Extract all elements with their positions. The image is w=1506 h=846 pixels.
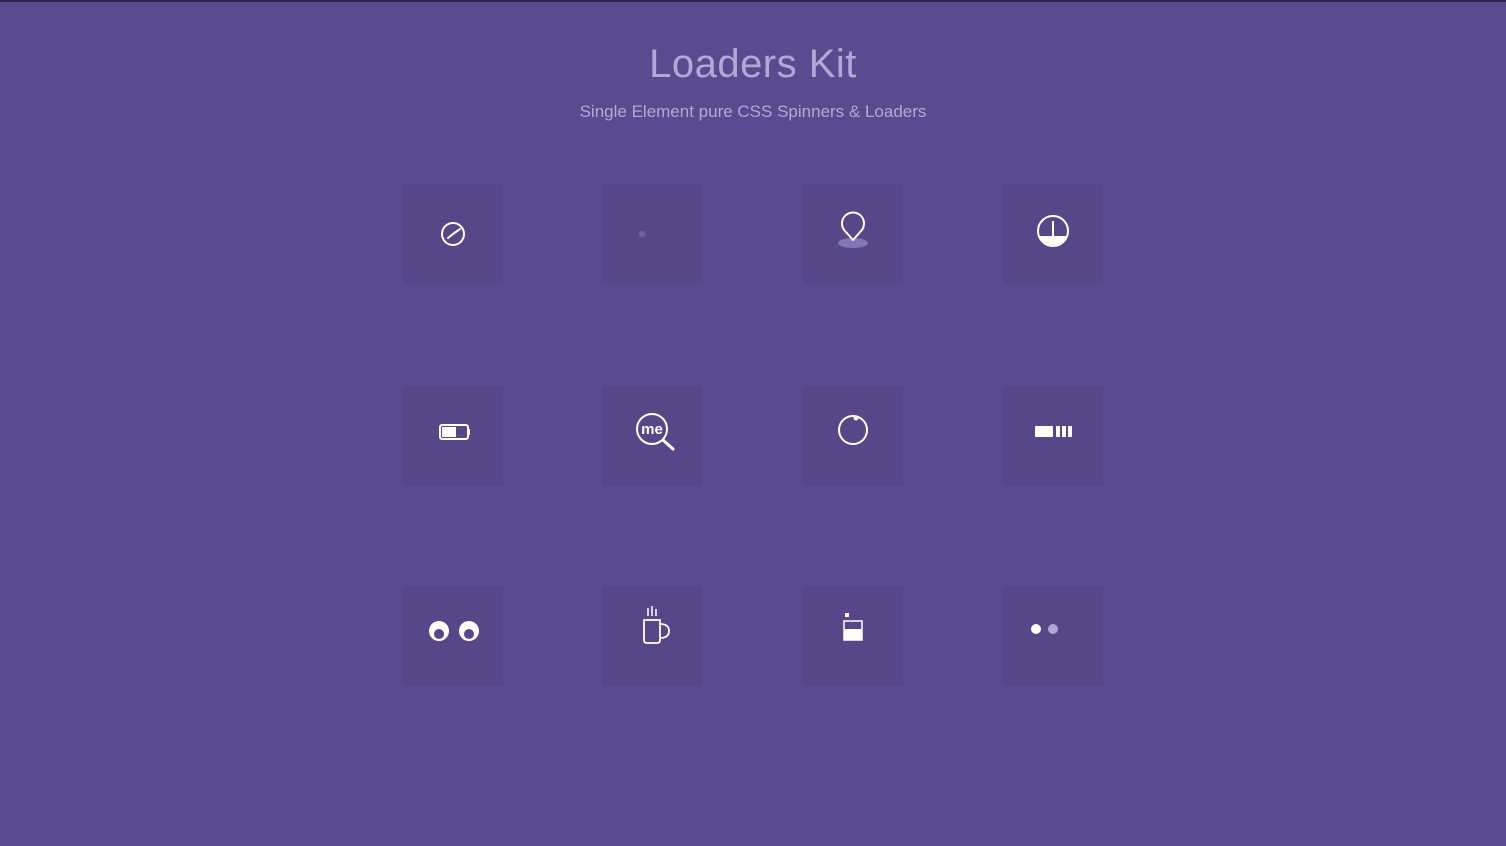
page-subtitle: Single Element pure CSS Spinners & Loade… bbox=[579, 102, 927, 121]
loader-tile-glass[interactable] bbox=[803, 586, 903, 686]
glass-fill-icon bbox=[843, 613, 863, 641]
me-search-icon: me bbox=[636, 413, 675, 451]
gauge-icon bbox=[1037, 215, 1069, 247]
two-dots-icon bbox=[1031, 624, 1058, 634]
loader-tile-clock[interactable] bbox=[403, 184, 503, 284]
loader-tile-two-dots[interactable] bbox=[1003, 586, 1103, 686]
loader-tile-orbit[interactable] bbox=[803, 386, 903, 486]
me-label: me bbox=[641, 421, 663, 438]
loader-tile-coffee[interactable] bbox=[602, 586, 702, 686]
loader-tile-map-pin[interactable] bbox=[803, 184, 903, 284]
loader-tile-battery[interactable] bbox=[403, 386, 503, 486]
map-pin-icon bbox=[838, 211, 868, 248]
clock-icon bbox=[441, 222, 465, 246]
page-title: Loaders Kit bbox=[649, 42, 857, 86]
page: Loaders Kit Single Element pure CSS Spin… bbox=[0, 0, 1506, 846]
loader-tile-gauge[interactable] bbox=[1003, 184, 1103, 284]
battery-icon bbox=[439, 424, 470, 440]
loader-tile-dot[interactable] bbox=[602, 184, 702, 284]
progress-bars-icon bbox=[1035, 426, 1072, 437]
eyes-icon bbox=[429, 621, 479, 641]
coffee-cup-icon bbox=[643, 606, 670, 644]
loader-tile-me-search[interactable]: me bbox=[602, 386, 702, 486]
dot-icon bbox=[638, 230, 646, 238]
orbit-circle-icon bbox=[838, 415, 868, 445]
loader-tile-progress-bars[interactable] bbox=[1003, 386, 1103, 486]
loader-tile-eyes[interactable] bbox=[403, 586, 503, 686]
